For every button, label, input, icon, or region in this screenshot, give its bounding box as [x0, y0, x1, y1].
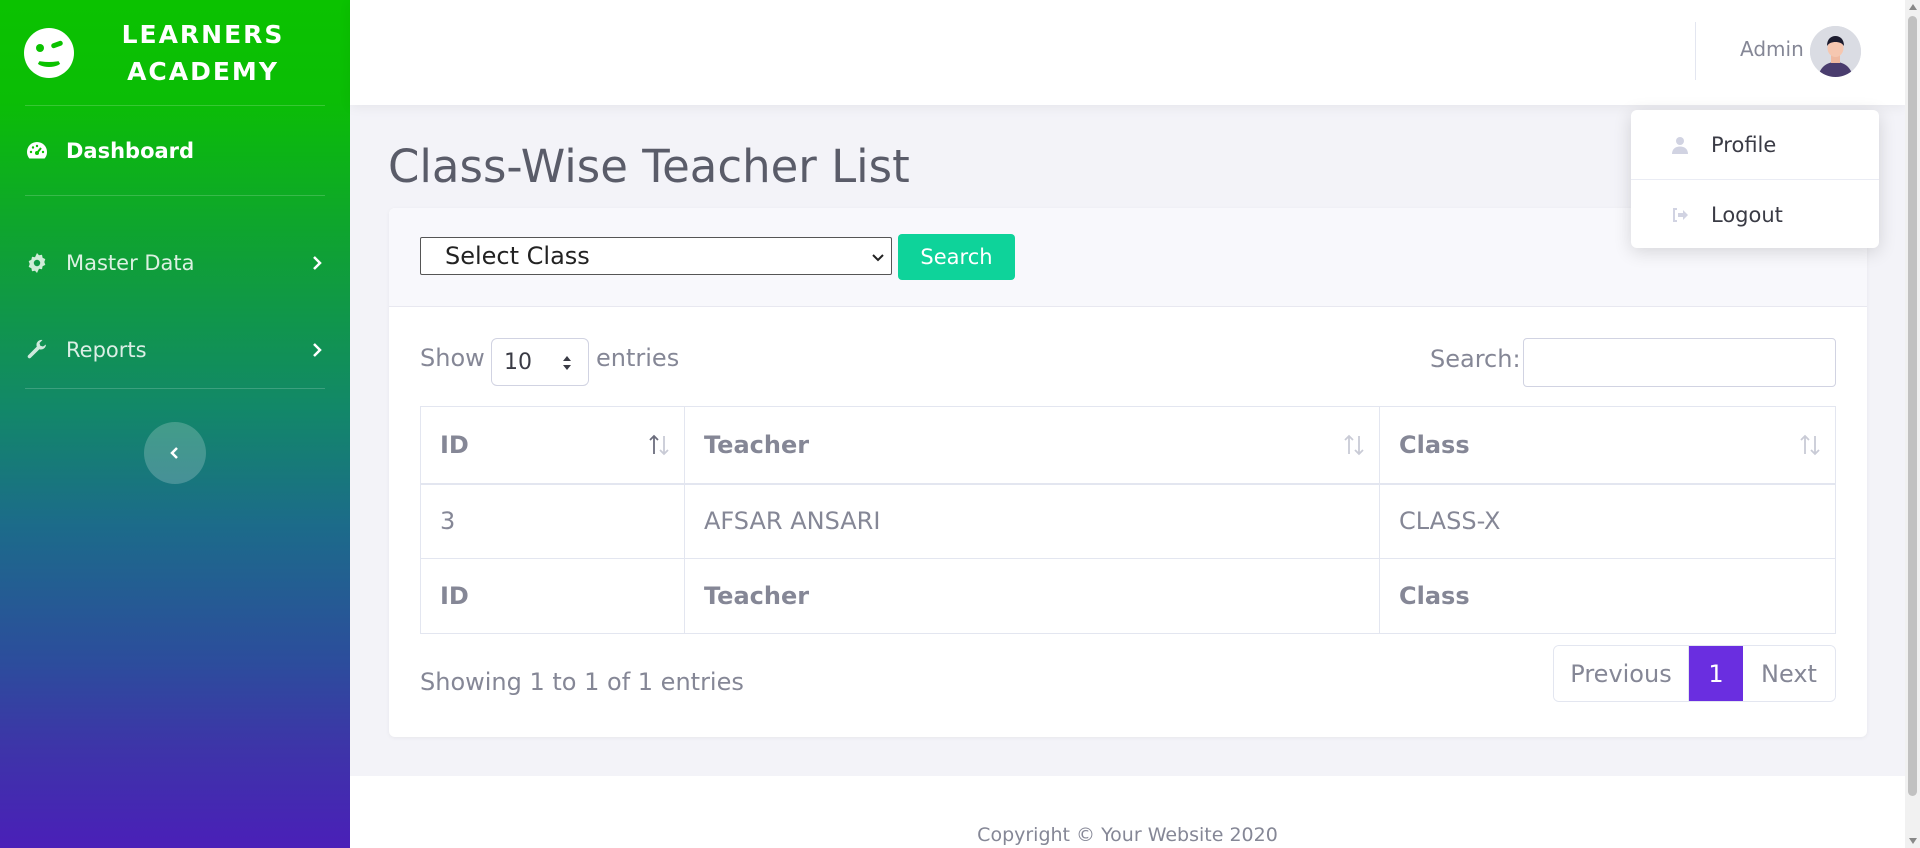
- cell-class: CLASS-X: [1379, 483, 1836, 559]
- page-scrollbar[interactable]: [1905, 0, 1920, 848]
- pagination-previous[interactable]: Previous: [1554, 646, 1689, 701]
- tachometer-icon: [27, 141, 48, 158]
- gear-icon: [28, 253, 46, 273]
- user-dropdown-menu: Profile Logout: [1631, 110, 1879, 248]
- chevron-right-icon: [313, 343, 322, 357]
- footer: Copyright © Your Website 2020: [350, 776, 1905, 848]
- sidebar-item-dashboard[interactable]: Dashboard: [0, 106, 350, 195]
- dropdown-item-profile[interactable]: Profile: [1631, 110, 1879, 179]
- table-search-label: Search:: [1430, 345, 1521, 373]
- footer-header-teacher: Teacher: [684, 558, 1380, 634]
- brand-name: LEARNERS ACADEMY: [118, 16, 288, 90]
- entries-label: entries: [596, 344, 680, 372]
- column-header-id[interactable]: ID: [420, 406, 685, 485]
- class-select[interactable]: Select Class: [420, 237, 892, 275]
- user-icon: [1672, 136, 1688, 154]
- scroll-up-icon[interactable]: [1909, 4, 1917, 10]
- class-select-value: Select Class: [445, 242, 590, 270]
- show-label: Show: [420, 344, 485, 372]
- sort-icon: [1344, 434, 1364, 456]
- search-button[interactable]: Search: [898, 234, 1015, 280]
- sidebar: LEARNERS ACADEMY Dashboard Master Data R…: [0, 0, 350, 848]
- topbar-divider: [1695, 22, 1696, 80]
- dropdown-item-label: Logout: [1711, 202, 1783, 227]
- chevron-down-icon: [872, 254, 884, 262]
- chevron-right-icon: [313, 256, 322, 270]
- table-header-row: ID Teacher Class: [420, 406, 1836, 485]
- sidebar-item-label: Dashboard: [66, 138, 195, 163]
- pagination-page-1[interactable]: 1: [1689, 646, 1743, 701]
- column-header-label: Teacher: [704, 430, 810, 459]
- sidebar-item-label: Reports: [66, 338, 147, 362]
- sidebar-divider: [25, 388, 325, 389]
- table-info: Showing 1 to 1 of 1 entries: [420, 668, 744, 696]
- pagination: Previous 1 Next: [1553, 645, 1836, 702]
- page-length-value: 10: [504, 349, 532, 375]
- sidebar-item-reports[interactable]: Reports: [0, 312, 350, 388]
- sidebar-toggle-button[interactable]: [144, 422, 206, 484]
- cell-teacher: AFSAR ANSARI: [684, 483, 1380, 559]
- sidebar-item-master-data[interactable]: Master Data: [0, 214, 350, 312]
- cell-id: 3: [420, 483, 685, 559]
- user-avatar-icon: [1810, 26, 1861, 77]
- footer-header-class: Class: [1379, 558, 1836, 634]
- column-header-label: ID: [440, 430, 469, 459]
- scrollbar-thumb[interactable]: [1908, 16, 1917, 796]
- user-name[interactable]: Admin: [1740, 37, 1804, 61]
- sign-out-icon: [1673, 207, 1688, 222]
- avatar[interactable]: [1810, 26, 1861, 77]
- sidebar-divider: [25, 195, 325, 196]
- brand-line-1: LEARNERS: [121, 19, 285, 49]
- brand[interactable]: LEARNERS ACADEMY: [0, 0, 350, 105]
- footer-header-id: ID: [420, 558, 685, 634]
- column-header-class[interactable]: Class: [1379, 406, 1836, 485]
- pagination-next[interactable]: Next: [1743, 646, 1835, 701]
- page-title: Class-Wise Teacher List: [388, 140, 910, 193]
- dropdown-item-logout[interactable]: Logout: [1631, 180, 1879, 249]
- dropdown-item-label: Profile: [1711, 132, 1777, 157]
- brand-line-2: ACADEMY: [127, 56, 279, 86]
- column-header-label: Class: [1399, 430, 1470, 459]
- teacher-list-card: Select Class Search Show 10 entries Sear…: [389, 208, 1867, 737]
- teacher-table: ID Teacher Class 3 AFSAR ANSARI CLASS-X …: [420, 406, 1836, 634]
- sidebar-item-label: Master Data: [66, 251, 195, 275]
- sort-icon: [1800, 434, 1820, 456]
- table-search-input[interactable]: [1523, 338, 1836, 387]
- brand-logo-icon: [24, 27, 74, 78]
- sort-updown-icon: [563, 356, 571, 370]
- table-footer-row: ID Teacher Class: [420, 558, 1836, 634]
- sort-icon: [649, 434, 669, 456]
- page-length-select[interactable]: 10: [491, 338, 589, 386]
- scroll-down-icon[interactable]: [1909, 838, 1917, 844]
- table-row: 3 AFSAR ANSARI CLASS-X: [420, 483, 1836, 559]
- topbar: Admin: [350, 0, 1905, 105]
- copyright-text: Copyright © Your Website 2020: [977, 824, 1278, 846]
- column-header-teacher[interactable]: Teacher: [684, 406, 1380, 485]
- chevron-left-icon: [170, 447, 178, 459]
- wrench-icon: [27, 339, 46, 359]
